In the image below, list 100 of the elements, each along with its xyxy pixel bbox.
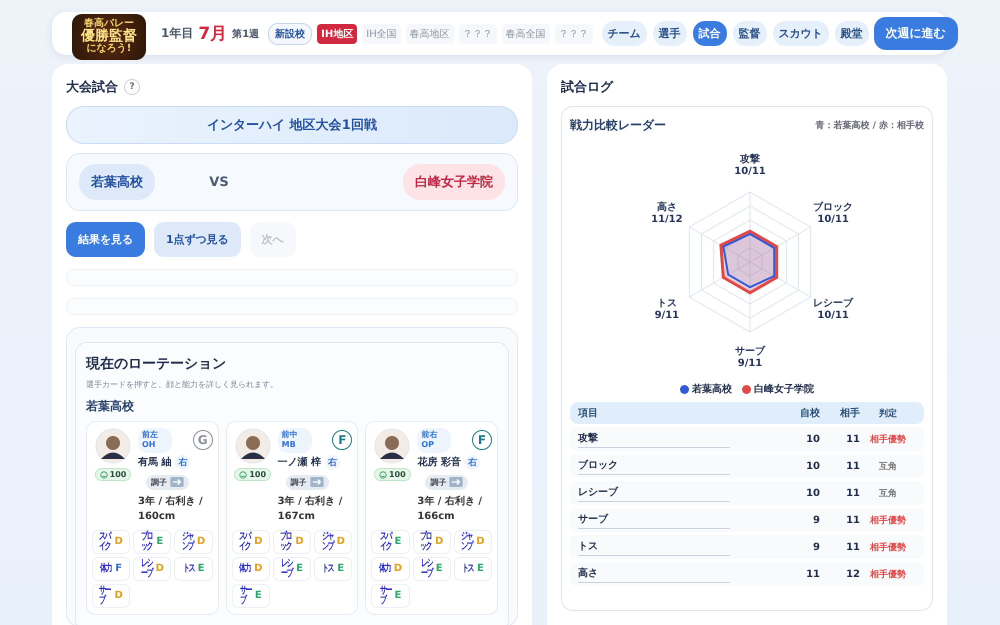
nav-tab[interactable]: チーム xyxy=(602,21,647,46)
game-logo: 春高バレー 優勝監督 になろう! xyxy=(72,14,146,60)
help-icon[interactable]: ? xyxy=(124,79,140,95)
hand-badge: 右 xyxy=(175,454,190,470)
away-team: 白峰女子学院 xyxy=(403,164,505,200)
position-badge: 前中 MB xyxy=(278,428,312,453)
nav-tab[interactable]: 試合 xyxy=(692,21,727,46)
player-info: 3年 / 右利き / 167cm xyxy=(278,494,344,524)
hand-badge: 右 xyxy=(325,454,340,470)
week-label: 第1週 xyxy=(232,28,260,40)
skill-grade: F xyxy=(115,563,122,574)
player-name: 花房 彩音 xyxy=(417,455,461,470)
axis-label: 攻撃 xyxy=(740,154,760,166)
skill-label: 体力 xyxy=(378,564,392,574)
radar-title: 戦力比較レーダー xyxy=(570,117,666,134)
position-badge: 前右 OP xyxy=(417,428,452,453)
arrow-icon xyxy=(170,477,184,488)
table-cell-text: 11 xyxy=(845,542,860,552)
table-cell: レシーブ xyxy=(578,484,730,502)
avatar-icon xyxy=(374,428,410,464)
nav-tab[interactable]: 殿堂 xyxy=(834,21,869,46)
skill-grade: E xyxy=(394,590,402,602)
panel-title: 試合ログ xyxy=(561,79,613,96)
table-cell-text: 9 xyxy=(812,542,820,552)
stage-chip: ？？？ xyxy=(554,24,593,44)
smile-icon xyxy=(378,470,387,478)
verdict-cell-text: 相手優勢 xyxy=(868,541,907,554)
skill-grade: E xyxy=(476,563,484,574)
vs-label: VS xyxy=(209,174,229,190)
skill-label: 体力 xyxy=(239,564,252,574)
table-cell-text: 9 xyxy=(812,514,820,526)
next-week-button[interactable]: 次週に進む xyxy=(874,17,958,50)
skill-grade: E xyxy=(337,563,344,574)
stage-chip: 春高全国 xyxy=(502,24,550,44)
legend-label: 若葉高校 xyxy=(692,382,732,396)
column-header: 項目 xyxy=(578,407,599,420)
table-cell-text: 10 xyxy=(805,488,820,498)
nav-tab[interactable]: 選手 xyxy=(652,21,687,46)
stage-chip: 春高地区 xyxy=(406,24,454,44)
skill-grade: D xyxy=(435,536,444,548)
axis-value: 10/11 xyxy=(817,214,849,226)
nav-tab[interactable]: 監督 xyxy=(732,21,767,46)
arrow-icon xyxy=(449,477,464,488)
match-button[interactable]: 結果を見る xyxy=(66,222,145,257)
skill-grade: D xyxy=(336,536,345,548)
axis-label: トス xyxy=(656,298,677,310)
year-label: 1年目 xyxy=(161,25,194,42)
condition-badge: 調子 xyxy=(286,474,329,490)
tournament-banner: インターハイ 地区大会1回戦 xyxy=(66,106,518,144)
column-header: 判定 xyxy=(878,407,898,420)
table-cell-text: 11 xyxy=(845,460,860,472)
skill-label: ブロック xyxy=(420,532,432,552)
hint-text: 選手カードを押すと、顔と能力を詳しく見られます。 xyxy=(86,379,279,390)
skill-label: サーブ xyxy=(240,586,253,606)
skill-grade: D xyxy=(196,536,206,548)
skill-label: ジャンプ xyxy=(182,532,195,552)
skill-label: サーブ xyxy=(99,586,112,606)
skill-label: ブロック xyxy=(141,532,154,552)
skill-label: スパイク xyxy=(239,532,252,552)
panel-title: 大会試合 xyxy=(66,79,118,96)
skill-label: サーブ xyxy=(380,586,392,606)
player-name: 一ノ瀬 梓 xyxy=(278,456,322,470)
home-team: 若葉高校 xyxy=(79,164,155,200)
rank-badge: G xyxy=(192,430,213,450)
stamina-value: 100 xyxy=(388,470,406,479)
match-button[interactable]: 1点ずつ見る xyxy=(154,222,241,257)
table-cell: 攻撃 xyxy=(578,430,730,448)
verdict-cell-text: 互角 xyxy=(878,488,898,500)
player-info: 3年 / 右利き / 160cm xyxy=(138,494,204,524)
skill-grade: E xyxy=(436,563,443,574)
smile-icon xyxy=(239,470,248,478)
legend-note: 青：若葉高校 / 赤：相手校 xyxy=(815,119,924,132)
stage-chip: IH全国 xyxy=(362,24,401,44)
nav-tab[interactable]: スカウト xyxy=(772,21,829,46)
stamina-value: 100 xyxy=(249,470,266,479)
condition-badge: 調子 xyxy=(146,474,189,490)
stamina-value: 100 xyxy=(110,470,126,479)
skill-grade: D xyxy=(156,563,164,574)
axis-label: サーブ xyxy=(735,346,765,358)
skill-label: スパイク xyxy=(380,532,392,552)
rank-badge: F xyxy=(332,430,352,450)
stage-chip: ？？？ xyxy=(458,24,497,44)
table-cell-text: 10 xyxy=(805,460,820,472)
verdict-cell-text: 相手優勢 xyxy=(868,433,907,446)
column-header: 相手 xyxy=(838,406,860,420)
skill-label: トス xyxy=(462,564,475,574)
stage-chip: IH地区 xyxy=(317,24,358,44)
school-badge: 新設校 xyxy=(268,22,312,44)
skill-label: スパイク xyxy=(99,532,112,552)
axis-label: レシーブ xyxy=(813,298,854,310)
axis-label: ブロック xyxy=(813,202,854,214)
axis-label: 高さ xyxy=(656,202,677,214)
table-cell-text: 11 xyxy=(845,488,860,498)
skill-grade: E xyxy=(198,563,204,574)
legend-label: 白峰女子学院 xyxy=(754,382,814,396)
skill-label: ブロック xyxy=(280,532,293,552)
skill-grade: E xyxy=(254,590,262,602)
skill-grade: E xyxy=(156,536,164,548)
avatar-icon xyxy=(95,428,131,464)
axis-value: 9/11 xyxy=(654,310,680,322)
